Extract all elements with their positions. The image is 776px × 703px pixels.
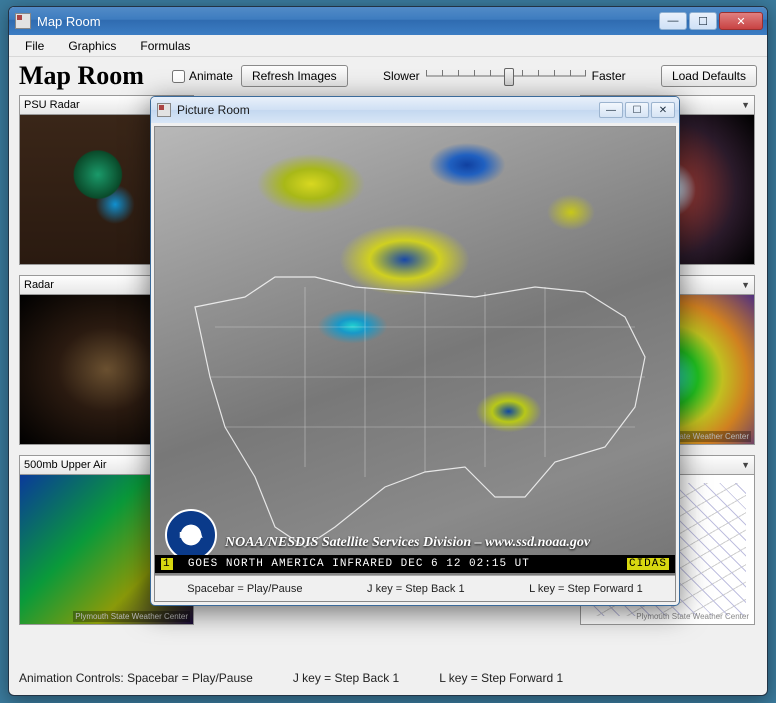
main-titlebar[interactable]: Map Room — ☐ ✕ [9,7,767,35]
faster-label: Faster [592,69,626,83]
main-title: Map Room [37,14,101,29]
child-titlebar[interactable]: Picture Room — ☐ ✕ [151,97,679,123]
hint-back: J key = Step Back 1 [367,583,465,595]
child-title: Picture Room [177,103,250,117]
frame-number: 1 [161,558,173,570]
slider-thumb[interactable] [504,68,514,86]
header-controls: Map Room Animate Refresh Images Slower F… [9,57,767,95]
app-icon [157,103,171,117]
satellite-image[interactable]: NOAA NOAA/NESDIS Satellite Services Divi… [154,126,676,602]
maximize-button[interactable]: ☐ [689,12,717,30]
slower-label: Slower [383,69,420,83]
hint-fwd: L key = Step Forward 1 [529,583,643,595]
animate-label: Animate [189,69,233,83]
menu-file[interactable]: File [15,37,54,55]
animate-input[interactable] [172,70,185,83]
child-maximize-button[interactable]: ☐ [625,102,649,118]
noaa-logo-icon: NOAA [165,509,217,561]
speed-slider[interactable] [426,66,586,86]
noaa-credit: NOAA/NESDIS Satellite Services Division … [225,535,669,551]
tile-label: Radar [24,279,54,291]
page-title: Map Room [19,61,144,91]
menu-formulas[interactable]: Formulas [130,37,200,55]
refresh-button[interactable]: Refresh Images [241,65,348,87]
tile-label: 500mb Upper Air [24,459,107,471]
child-minimize-button[interactable]: — [599,102,623,118]
animation-controls-legend: Animation Controls: Spacebar = Play/Paus… [19,671,757,685]
watermark: Plymouth State Weather Center [73,611,190,622]
chevron-down-icon: ▼ [741,460,750,470]
sat-image-content [155,127,675,601]
keyboard-hints: Spacebar = Play/Pause J key = Step Back … [155,575,675,601]
chevron-down-icon: ▼ [741,280,750,290]
app-icon [15,13,31,29]
child-close-button[interactable]: ✕ [651,102,675,118]
animate-checkbox[interactable]: Animate [172,69,233,83]
satellite-info-strip: 1 GOES NORTH AMERICA INFRARED DEC 6 12 0… [155,555,675,573]
picture-room-window[interactable]: Picture Room — ☐ ✕ NOAA NOAA/NESDIS Sate… [150,96,680,606]
load-defaults-button[interactable]: Load Defaults [661,65,757,87]
tile-label: PSU Radar [24,99,80,111]
minimize-button[interactable]: — [659,12,687,30]
speed-slider-group: Slower Faster [356,66,653,86]
chevron-down-icon: ▼ [741,100,750,110]
menu-graphics[interactable]: Graphics [58,37,126,55]
menubar: File Graphics Formulas [9,35,767,57]
close-button[interactable]: ✕ [719,12,763,30]
hint-play: Spacebar = Play/Pause [187,583,302,595]
watermark: Plymouth State Weather Center [634,611,751,622]
